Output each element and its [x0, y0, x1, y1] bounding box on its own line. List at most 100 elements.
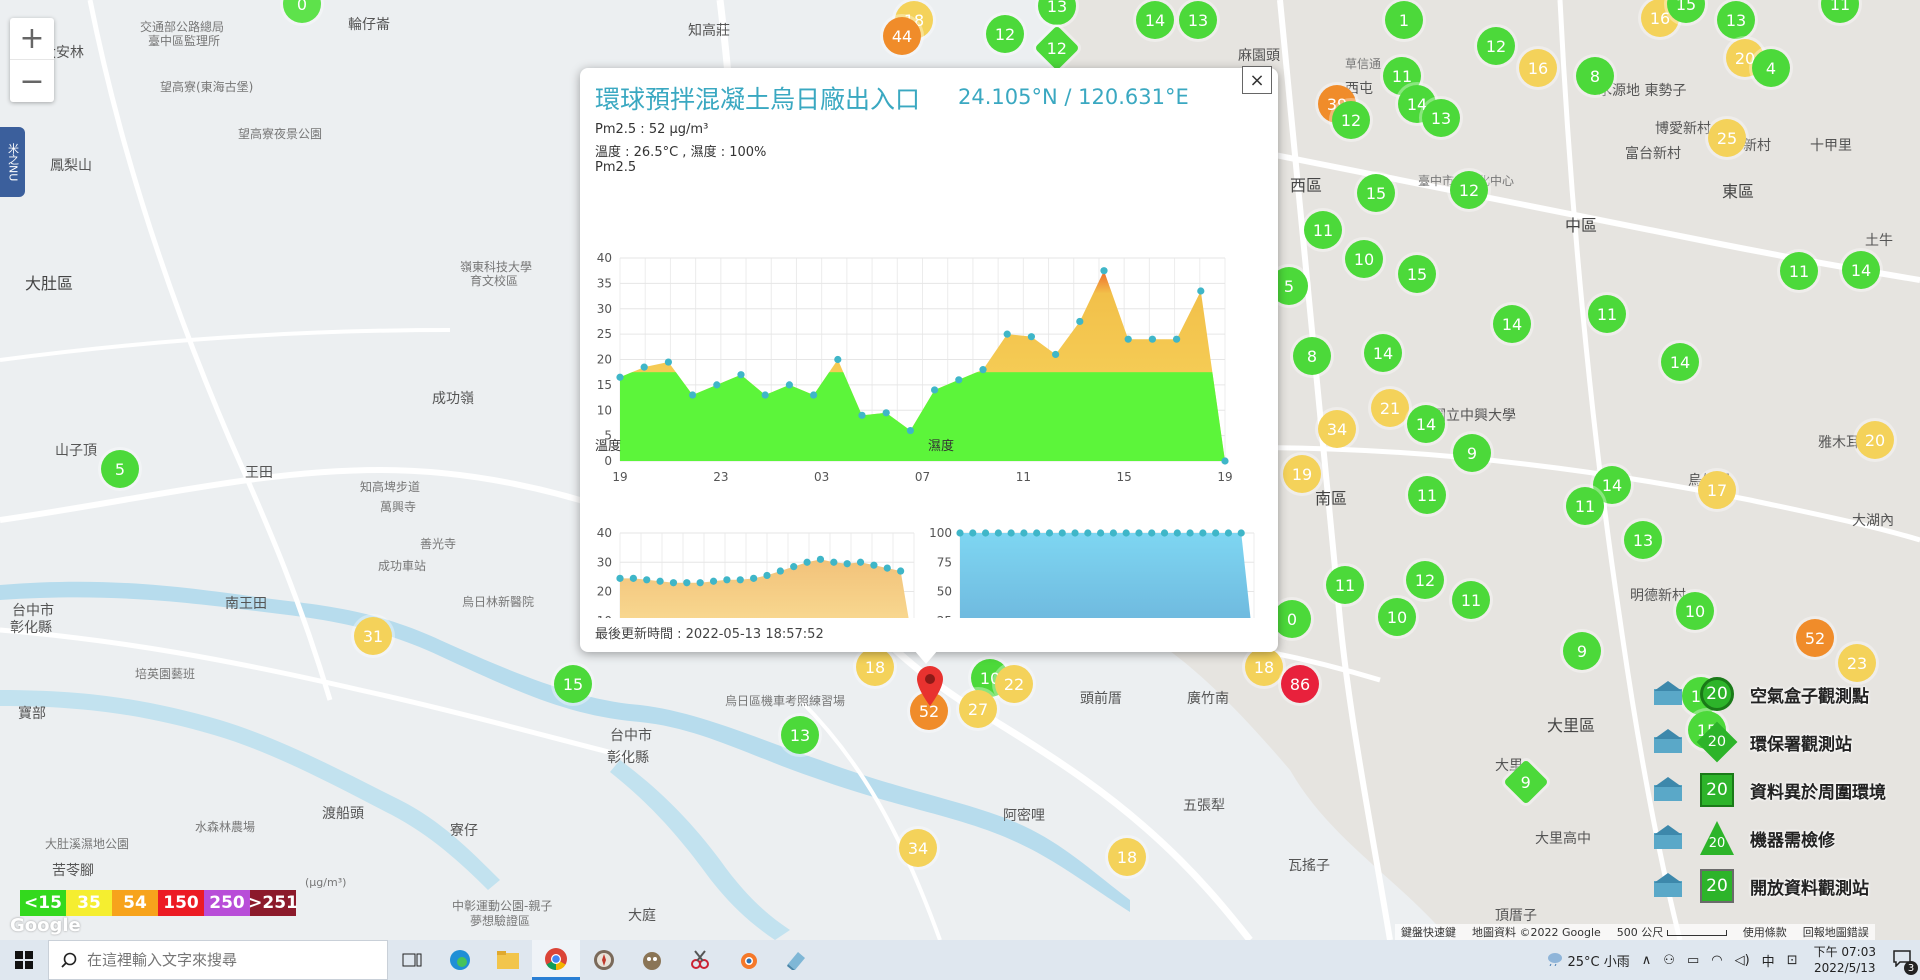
sensor-marker[interactable]: 11: [1780, 252, 1818, 290]
sensor-marker[interactable]: 11: [1588, 295, 1626, 333]
sensor-marker[interactable]: 15: [554, 665, 592, 703]
location-pin-icon[interactable]: [915, 665, 945, 707]
blender-app[interactable]: [724, 940, 772, 980]
compass-app[interactable]: [580, 940, 628, 980]
notification-icon[interactable]: 3: [1892, 949, 1918, 975]
zoom-out-button[interactable]: −: [10, 60, 54, 102]
wifi-icon[interactable]: ◠: [1711, 953, 1722, 968]
sensor-marker[interactable]: 11: [1304, 211, 1342, 249]
sensor-marker[interactable]: 13: [1717, 1, 1755, 39]
station-type-row[interactable]: 20 環保署觀測站: [1650, 718, 1886, 766]
keyboard-layout-icon[interactable]: ⊡: [1787, 953, 1798, 968]
sensor-marker[interactable]: 5: [101, 450, 139, 488]
sensor-marker[interactable]: 8: [1576, 57, 1614, 95]
station-type-row[interactable]: 20 資料異於周圍環境: [1650, 766, 1886, 814]
sensor-marker[interactable]: 10: [1676, 592, 1714, 630]
sensor-marker[interactable]: 34: [899, 829, 937, 867]
people-icon[interactable]: ⚇: [1663, 953, 1675, 968]
sensor-marker[interactable]: 11: [1326, 566, 1364, 604]
y-tick-label: 35: [597, 276, 612, 290]
sensor-marker[interactable]: 9: [1563, 632, 1601, 670]
sensor-marker[interactable]: 15: [1398, 255, 1436, 293]
sensor-marker[interactable]: 16: [1519, 49, 1557, 87]
place-label: 知高莊: [688, 23, 730, 39]
eraser-app[interactable]: [772, 940, 820, 980]
weather-widget[interactable]: 25°C 小雨: [1545, 951, 1630, 970]
sensor-marker[interactable]: 18: [1108, 838, 1146, 876]
sensor-marker[interactable]: 86: [1281, 665, 1319, 703]
sensor-marker[interactable]: 12: [1477, 27, 1515, 65]
pm25-color-legend: <15 35 54 150 250 >251: [20, 890, 298, 916]
sensor-marker[interactable]: 10: [1345, 240, 1383, 278]
sensor-marker-value: 15: [1406, 264, 1428, 284]
clock[interactable]: 下午 07:03 2022/5/13: [1814, 944, 1876, 976]
sensor-marker[interactable]: 4: [1752, 49, 1790, 87]
sensor-marker[interactable]: 12: [1332, 101, 1370, 139]
sensor-marker[interactable]: 12: [1406, 561, 1444, 599]
keyboard-shortcuts-link[interactable]: 鍵盤快速鍵: [1401, 924, 1456, 940]
map-scale[interactable]: 500 公尺: [1617, 924, 1727, 940]
station-type-row[interactable]: 20 空氣盒子觀測點: [1650, 670, 1886, 718]
sensor-marker[interactable]: 14: [1364, 334, 1402, 372]
sensor-marker[interactable]: 17: [1698, 471, 1736, 509]
sensor-marker[interactable]: 13: [1179, 1, 1217, 39]
battery-icon[interactable]: ▭: [1687, 953, 1699, 968]
station-type-symbol-value: 20: [1706, 876, 1728, 896]
sensor-marker[interactable]: 34: [1318, 410, 1356, 448]
sensor-marker[interactable]: 18: [856, 648, 894, 686]
sensor-marker[interactable]: 9: [1453, 434, 1491, 472]
humidity-point: [1058, 529, 1066, 537]
volume-icon[interactable]: ◁): [1735, 953, 1750, 968]
station-type-row[interactable]: 20 機器需檢修: [1650, 814, 1886, 862]
sensor-marker[interactable]: 44: [883, 17, 921, 55]
sensor-marker[interactable]: 12: [1450, 171, 1488, 209]
sensor-marker[interactable]: 18: [1245, 648, 1283, 686]
sensor-marker[interactable]: 13: [1624, 521, 1662, 559]
report-error-link[interactable]: 回報地圖錯誤: [1803, 924, 1869, 940]
sensor-marker[interactable]: 14: [1136, 1, 1174, 39]
sensor-marker[interactable]: 14: [1407, 405, 1445, 443]
sensor-marker[interactable]: 22: [995, 665, 1033, 703]
sensor-marker[interactable]: 27: [959, 690, 997, 728]
sensor-marker[interactable]: 21: [1371, 389, 1409, 427]
sensor-marker[interactable]: 13: [1422, 99, 1460, 137]
sensor-marker-value: 11: [1391, 66, 1413, 86]
file-explorer-app[interactable]: [484, 940, 532, 980]
gimp-app[interactable]: [628, 940, 676, 980]
chevron-up-icon[interactable]: ∧: [1642, 953, 1652, 968]
sensor-marker[interactable]: 25: [1708, 119, 1746, 157]
sensor-marker[interactable]: 11: [1452, 581, 1490, 619]
ime-indicator[interactable]: 中: [1762, 951, 1775, 970]
sensor-marker[interactable]: 19: [1283, 455, 1321, 493]
inkscape-app[interactable]: [676, 940, 724, 980]
sensor-marker[interactable]: 11: [1566, 487, 1604, 525]
task-view-button[interactable]: [388, 940, 436, 980]
sensor-marker[interactable]: 11: [1408, 476, 1446, 514]
sensor-marker[interactable]: 31: [354, 617, 392, 655]
sensor-marker[interactable]: 1: [1385, 1, 1423, 39]
chrome-app[interactable]: [532, 940, 580, 980]
sensor-marker[interactable]: 14: [1842, 251, 1880, 289]
close-icon[interactable]: ×: [1242, 66, 1272, 94]
sensor-marker[interactable]: 52: [1796, 619, 1834, 657]
sensor-marker-value: 86: [1289, 674, 1311, 694]
zoom-in-button[interactable]: +: [10, 18, 54, 60]
start-button[interactable]: [0, 940, 48, 980]
sensor-marker[interactable]: 14: [1493, 305, 1531, 343]
place-label: 成功車站: [378, 559, 427, 573]
terms-link[interactable]: 使用條款: [1743, 924, 1787, 940]
map-canvas[interactable]: 交通部公路總局 臺中區監理所 大安林 輪仔崙 知高莊 望高寮(東海古堡) 望高寮夜景公園 鳳梨…: [0, 0, 1920, 940]
sensor-marker[interactable]: 13: [781, 716, 819, 754]
sensor-marker[interactable]: 15: [1357, 174, 1395, 212]
sensor-marker[interactable]: 14: [1661, 343, 1699, 381]
edge-app[interactable]: [436, 940, 484, 980]
station-type-row[interactable]: 20 開放資料觀測站: [1650, 862, 1886, 910]
taskbar-search[interactable]: [48, 940, 388, 980]
search-input[interactable]: [87, 951, 367, 969]
sensor-marker[interactable]: 10: [1378, 598, 1416, 636]
sensor-marker[interactable]: 8: [1293, 337, 1331, 375]
sensor-marker[interactable]: 12: [986, 15, 1024, 53]
sensor-marker[interactable]: 0: [1273, 600, 1311, 638]
sensor-marker[interactable]: 20: [1856, 421, 1894, 459]
side-panel-tab[interactable]: 米之NU: [0, 127, 25, 197]
